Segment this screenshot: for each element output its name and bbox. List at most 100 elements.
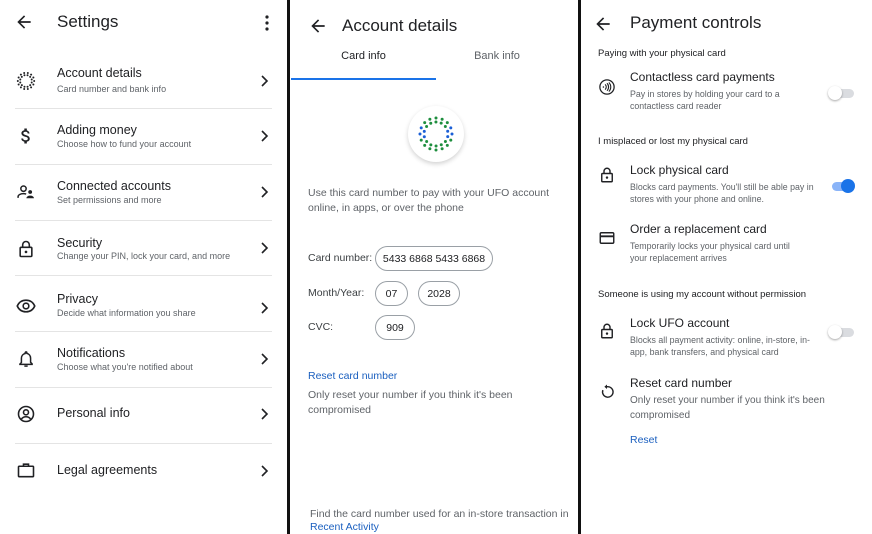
- payment-controls-header: Payment controls: [581, 0, 872, 46]
- eye-icon: [15, 295, 37, 317]
- divider: [15, 164, 272, 165]
- item-title: Contactless card payments: [630, 70, 775, 84]
- arrow-back-icon: [596, 17, 610, 31]
- settings-item-label: Personal info: [57, 406, 130, 420]
- settings-item-legal-agreements[interactable]: Legal agreements: [0, 453, 287, 489]
- settings-item-sub: Change your PIN, lock your card, and mor…: [57, 251, 231, 261]
- item-title: Reset card number: [630, 376, 733, 390]
- settings-item-security[interactable]: Security Change your PIN, lock your card…: [0, 230, 287, 272]
- item-title: Lock physical card: [630, 163, 729, 177]
- lock-icon: [15, 238, 37, 260]
- arrow-back-icon: [17, 15, 31, 29]
- item-description: Blocks card payments. You'll still be ab…: [630, 182, 814, 204]
- item-description: Only reset your number if you think it's…: [630, 395, 825, 421]
- tab-label: Bank info: [474, 50, 520, 62]
- footer-text: Find the card number used for an in-stor…: [310, 508, 569, 520]
- contactless-icon: [598, 78, 616, 96]
- divider: [15, 275, 272, 276]
- item-title: Order a replacement card: [630, 222, 767, 236]
- cvc-value: 909: [375, 315, 415, 340]
- tab-label: Card info: [341, 50, 386, 62]
- back-button[interactable]: [593, 14, 613, 34]
- briefcase-icon: [15, 459, 37, 481]
- card-number-value: 5433 6868 5433 6868: [375, 246, 493, 271]
- item-description: Temporarily locks your physical card unt…: [630, 241, 790, 263]
- tab-card-info[interactable]: Card info: [291, 50, 436, 78]
- divider: [15, 387, 272, 388]
- section-header: Paying with your physical card: [598, 48, 726, 59]
- reset-icon: [598, 383, 616, 401]
- section-header: Someone is using my account without perm…: [598, 289, 807, 300]
- settings-item-account-details[interactable]: Account details Card number and bank inf…: [0, 62, 287, 104]
- ufo-logo-icon: [15, 70, 37, 92]
- section-header: I misplaced or lost my physical card: [598, 136, 748, 147]
- chevron-right-icon: [261, 130, 269, 142]
- contactless-payments-toggle[interactable]: [828, 85, 856, 101]
- divider: [15, 108, 272, 109]
- lock-icon: [598, 322, 616, 340]
- settings-item-label: Adding money: [57, 123, 137, 137]
- settings-item-label: Privacy: [57, 292, 98, 306]
- people-icon: [15, 181, 37, 203]
- settings-item-sub: Choose what you're notified about: [57, 362, 193, 372]
- settings-item-personal-info[interactable]: Personal info: [0, 397, 287, 433]
- settings-item-label: Legal agreements: [57, 463, 158, 477]
- dollar-icon: [15, 125, 37, 147]
- settings-item-sub: Choose how to fund your account: [57, 139, 192, 149]
- settings-item-privacy[interactable]: Privacy Decide what information you shar…: [0, 286, 287, 328]
- reset-button[interactable]: Reset: [630, 434, 657, 446]
- credit-card-icon: [598, 229, 616, 247]
- lock-physical-card-toggle[interactable]: [828, 178, 856, 194]
- tab-bank-info[interactable]: Bank info: [436, 50, 558, 78]
- expiry-month-value: 07: [375, 281, 408, 306]
- page-title: Account details: [342, 16, 458, 35]
- page-title: Settings: [57, 12, 119, 31]
- account-circle-icon: [15, 403, 37, 425]
- settings-item-connected-accounts[interactable]: Connected accounts Set permissions and m…: [0, 174, 287, 216]
- item-description: Blocks all payment activity: online, in-…: [630, 335, 810, 357]
- settings-item-sub: Decide what information you share: [57, 308, 196, 318]
- divider: [15, 331, 272, 332]
- chevron-right-icon: [261, 353, 269, 365]
- settings-item-label: Account details: [57, 66, 142, 80]
- settings-item-label: Connected accounts: [57, 179, 171, 193]
- settings-item-notifications[interactable]: Notifications Choose what you're notifie…: [0, 341, 287, 383]
- arrow-back-icon: [311, 19, 325, 33]
- settings-item-adding-money[interactable]: Adding money Choose how to fund your acc…: [0, 118, 287, 160]
- settings-item-label: Security: [57, 236, 103, 250]
- chevron-right-icon: [261, 186, 269, 198]
- settings-item-label: Notifications: [57, 346, 126, 360]
- recent-activity-link[interactable]: Recent Activity: [310, 521, 379, 533]
- ufo-logo: [408, 106, 464, 162]
- divider: [15, 443, 272, 444]
- card-number-description: Use this card number to pay with your UF…: [308, 187, 550, 214]
- back-button[interactable]: [14, 12, 34, 32]
- lock-ufo-account-toggle[interactable]: [828, 324, 856, 340]
- account-details-header: Account details: [290, 0, 578, 46]
- item-title: Lock UFO account: [630, 316, 730, 330]
- payment-controls-screen: Payment controls Paying with your physic…: [581, 0, 872, 534]
- reset-card-number-link[interactable]: Reset card number: [308, 370, 397, 382]
- card-number-label: Card number:: [308, 252, 373, 264]
- cvc-label: CVC:: [308, 321, 334, 333]
- chevron-right-icon: [261, 302, 269, 314]
- more-vert-icon: [265, 15, 269, 31]
- chevron-right-icon: [261, 465, 269, 477]
- month-year-label: Month/Year:: [308, 287, 365, 299]
- page-title: Payment controls: [630, 13, 762, 32]
- reset-note: Only reset your number if you think it's…: [308, 389, 513, 416]
- item-description: Pay in stores by holding your card to a …: [630, 89, 780, 111]
- back-button[interactable]: [308, 16, 328, 36]
- divider: [15, 220, 272, 221]
- settings-header: Settings: [0, 0, 287, 46]
- chevron-right-icon: [261, 408, 269, 420]
- more-options-button[interactable]: [262, 14, 272, 32]
- chevron-right-icon: [261, 242, 269, 254]
- account-details-screen: Account details Card info Bank info Use …: [290, 0, 578, 534]
- settings-item-sub: Card number and bank info: [57, 84, 167, 94]
- expiry-year-value: 2028: [418, 281, 460, 306]
- lock-icon: [598, 166, 616, 184]
- settings-item-sub: Set permissions and more: [57, 195, 162, 205]
- active-tab-indicator: [291, 78, 436, 80]
- ufo-logo-icon: [418, 116, 454, 152]
